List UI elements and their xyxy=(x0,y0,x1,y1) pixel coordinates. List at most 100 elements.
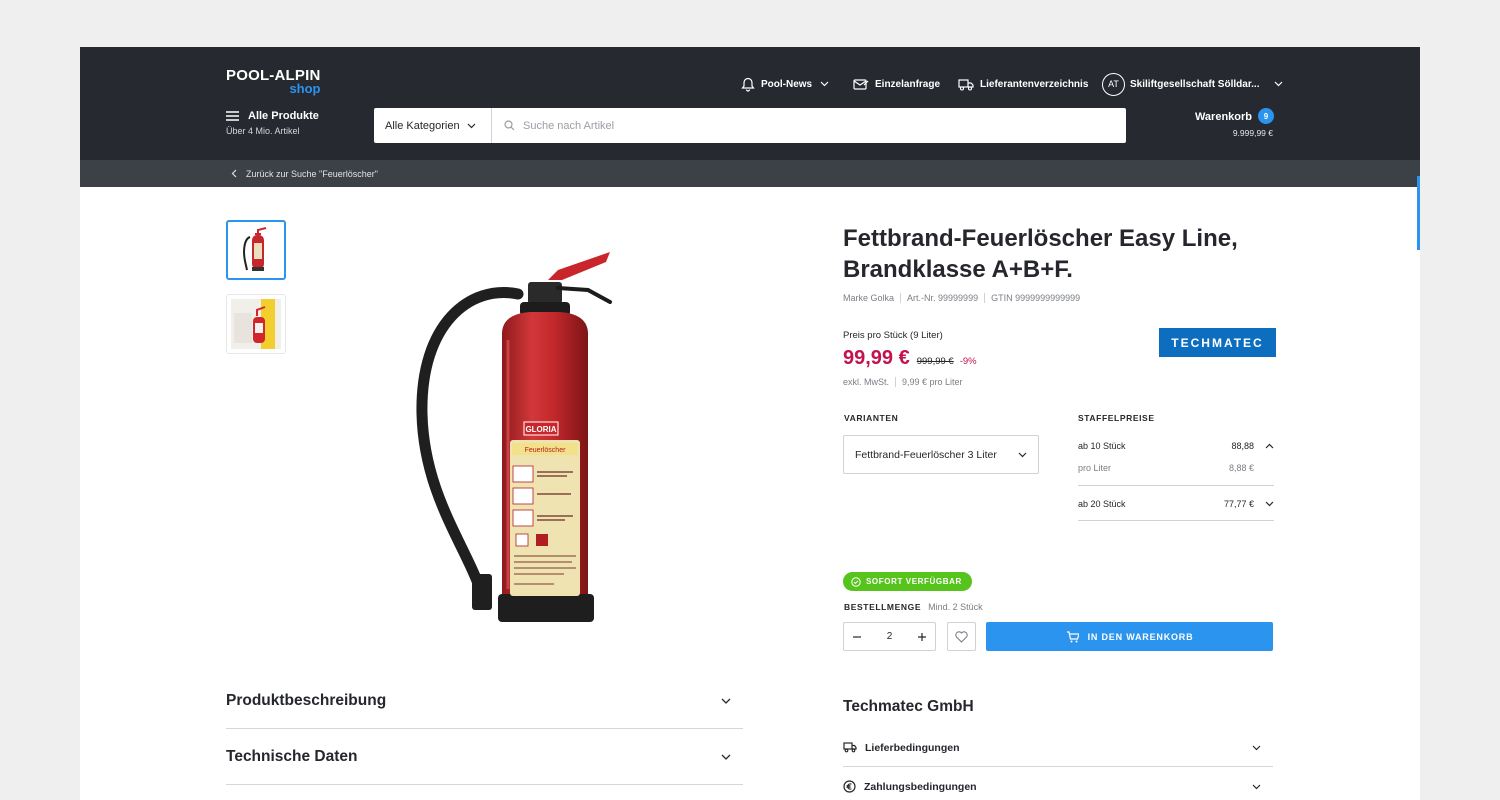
image-label-brand: GLORIA xyxy=(525,425,556,434)
order-quantity-heading: BESTELLMENGE Mind. 2 Stück xyxy=(844,602,983,612)
add-to-cart-button[interactable]: IN DEN WARENKORB xyxy=(986,622,1273,651)
nav-pool-news[interactable]: Pool-News xyxy=(741,72,835,96)
accordion-product-description[interactable]: Produktbeschreibung xyxy=(226,673,743,729)
site-logo[interactable]: POOL-ALPIN shop xyxy=(226,68,321,97)
avatar: AT xyxy=(1102,72,1125,96)
all-products-count: Über 4 Mio. Artikel xyxy=(226,126,300,136)
cart-icon xyxy=(1066,630,1079,642)
account-menu[interactable]: AT Skiliftgesellschaft Sölldar... xyxy=(1102,72,1289,96)
site-header: POOL-ALPIN shop Pool-News Einzelanfrage … xyxy=(80,47,1420,160)
product-brand: Marke Golka xyxy=(843,293,895,303)
discount-badge: -9% xyxy=(959,356,977,367)
nav-einzelanfrage-label: Einzelanfrage xyxy=(875,78,941,90)
check-circle-icon xyxy=(851,576,861,587)
category-select-value: Alle Kategorien xyxy=(385,119,460,132)
tier-price-row[interactable]: ab 20 Stück 77,77 € xyxy=(1078,493,1274,515)
cart-button[interactable]: Warenkorb 9 9.999,99 € xyxy=(1194,108,1274,138)
back-to-search-link[interactable]: Zurück zur Suche "Feuerlöscher" xyxy=(80,160,1420,187)
divider xyxy=(895,377,897,387)
search-input[interactable] xyxy=(523,119,1083,132)
old-price: 999,99 € xyxy=(916,356,954,367)
price-label: Preis pro Stück (9 Liter) xyxy=(843,330,943,341)
image-label-type: Feuerlöscher xyxy=(525,447,567,454)
chevron-down-icon xyxy=(1252,745,1261,750)
availability-badge: SOFORT VERFÜGBAR xyxy=(843,572,972,591)
fire-extinguisher-thumbnail-image xyxy=(243,227,267,271)
minus-icon[interactable] xyxy=(852,632,862,642)
divider xyxy=(1078,485,1274,486)
current-price: 99,99 € xyxy=(843,347,910,369)
quantity-value[interactable]: 2 xyxy=(887,631,893,642)
wishlist-button[interactable] xyxy=(947,622,976,651)
accordion-title: Technische Daten xyxy=(226,747,358,765)
chevron-down-icon xyxy=(721,698,731,704)
chevron-down-icon xyxy=(1274,81,1282,87)
add-to-cart-label: IN DEN WARENKORB xyxy=(1087,631,1194,642)
chevron-down-icon xyxy=(820,81,829,87)
plus-icon[interactable] xyxy=(917,632,927,642)
chevron-down-icon xyxy=(721,754,731,760)
nav-lieferantenverzeichnis[interactable]: Lieferantenverzeichnis xyxy=(958,72,1088,96)
tier-price: 88,88 xyxy=(1231,441,1254,451)
divider xyxy=(1078,520,1274,521)
chevron-down-icon xyxy=(467,123,476,128)
tier-price-row[interactable]: ab 10 Stück 88,88 xyxy=(1078,435,1274,457)
accordion-title: Lieferbedingungen xyxy=(865,741,960,754)
menu-icon xyxy=(226,111,239,121)
product-thumbnail-2[interactable] xyxy=(226,294,286,354)
euro-icon xyxy=(843,780,856,793)
page-scrollbar[interactable] xyxy=(1417,176,1420,250)
variant-select[interactable]: Fettbrand-Feuerlöscher 3 Liter xyxy=(843,435,1039,474)
tier-prices-heading: STAFFELPREISE xyxy=(1078,413,1155,423)
divider xyxy=(984,293,986,303)
cart-total: 9.999,99 € xyxy=(1232,128,1273,138)
tier-sub-label: pro Liter xyxy=(1078,463,1112,473)
product-article-number: Art.-Nr. 99999999 xyxy=(907,293,979,303)
truck-icon xyxy=(958,78,974,91)
chevron-down-icon xyxy=(1018,452,1027,457)
nav-pool-news-label: Pool-News xyxy=(761,78,813,90)
quantity-stepper: 2 xyxy=(843,622,936,651)
tier-quantity: ab 10 Stück xyxy=(1078,441,1126,451)
heart-icon xyxy=(955,630,968,643)
divider xyxy=(900,293,902,303)
all-products-menu[interactable]: Alle Produkte Über 4 Mio. Artikel xyxy=(226,110,319,136)
product-title: Fettbrand-Feuerlöscher Easy Line, Brandk… xyxy=(843,225,1238,283)
fire-extinguisher-image: GLORIA Feuerlöscher xyxy=(416,252,612,622)
minimum-quantity: Mind. 2 Stück xyxy=(928,602,983,612)
search-field xyxy=(492,108,1126,143)
chevron-down-icon xyxy=(1252,784,1261,789)
vendor-name: Techmatec GmbH xyxy=(843,698,974,715)
accordion-payment-terms[interactable]: Zahlungsbedingungen xyxy=(843,768,1273,800)
cart-label: Warenkorb xyxy=(1194,111,1252,123)
category-select[interactable]: Alle Kategorien xyxy=(374,108,492,143)
tier-price-subrow: pro Liter 8,88 € xyxy=(1078,457,1274,479)
price-note: exkl. MwSt. 9,99 € pro Liter xyxy=(843,377,963,387)
accordion-delivery-terms[interactable]: Lieferbedingungen xyxy=(843,729,1273,767)
nav-einzelanfrage[interactable]: Einzelanfrage xyxy=(853,72,940,96)
product-main-image[interactable]: GLORIA Feuerlöscher xyxy=(410,244,620,629)
brand-logo[interactable]: TECHMATEC xyxy=(1159,328,1276,357)
tier-quantity: ab 20 Stück xyxy=(1078,499,1126,509)
all-products-label: Alle Produkte xyxy=(248,110,319,122)
product-thumbnail-1[interactable] xyxy=(226,220,286,280)
tier-price-list: ab 10 Stück 88,88 pro Liter 8,88 € ab 20… xyxy=(1078,435,1274,521)
unit-price: 9,99 € pro Liter xyxy=(902,377,963,387)
cart-count-badge: 9 xyxy=(1258,108,1274,124)
chevron-left-icon xyxy=(231,169,237,178)
truck-icon xyxy=(843,742,857,753)
order-quantity-label: BESTELLMENGE xyxy=(844,602,922,612)
chevron-down-icon xyxy=(1265,501,1274,507)
product-meta: Marke Golka Art.-Nr. 99999999 GTIN 99999… xyxy=(843,293,1080,303)
account-name: Skiliftgesellschaft Sölldar... xyxy=(1130,78,1260,90)
variant-select-value: Fettbrand-Feuerlöscher 3 Liter xyxy=(855,448,997,461)
chevron-up-icon xyxy=(1265,443,1274,449)
tax-note: exkl. MwSt. xyxy=(843,377,890,387)
variants-heading: VARIANTEN xyxy=(844,413,899,423)
tier-price: 77,77 € xyxy=(1223,499,1254,509)
browser-viewport: POOL-ALPIN shop Pool-News Einzelanfrage … xyxy=(80,47,1420,800)
mail-edit-icon xyxy=(853,78,869,90)
accordion-technical-data[interactable]: Technische Daten xyxy=(226,729,743,785)
search-icon xyxy=(504,120,515,131)
bell-icon xyxy=(741,77,755,92)
